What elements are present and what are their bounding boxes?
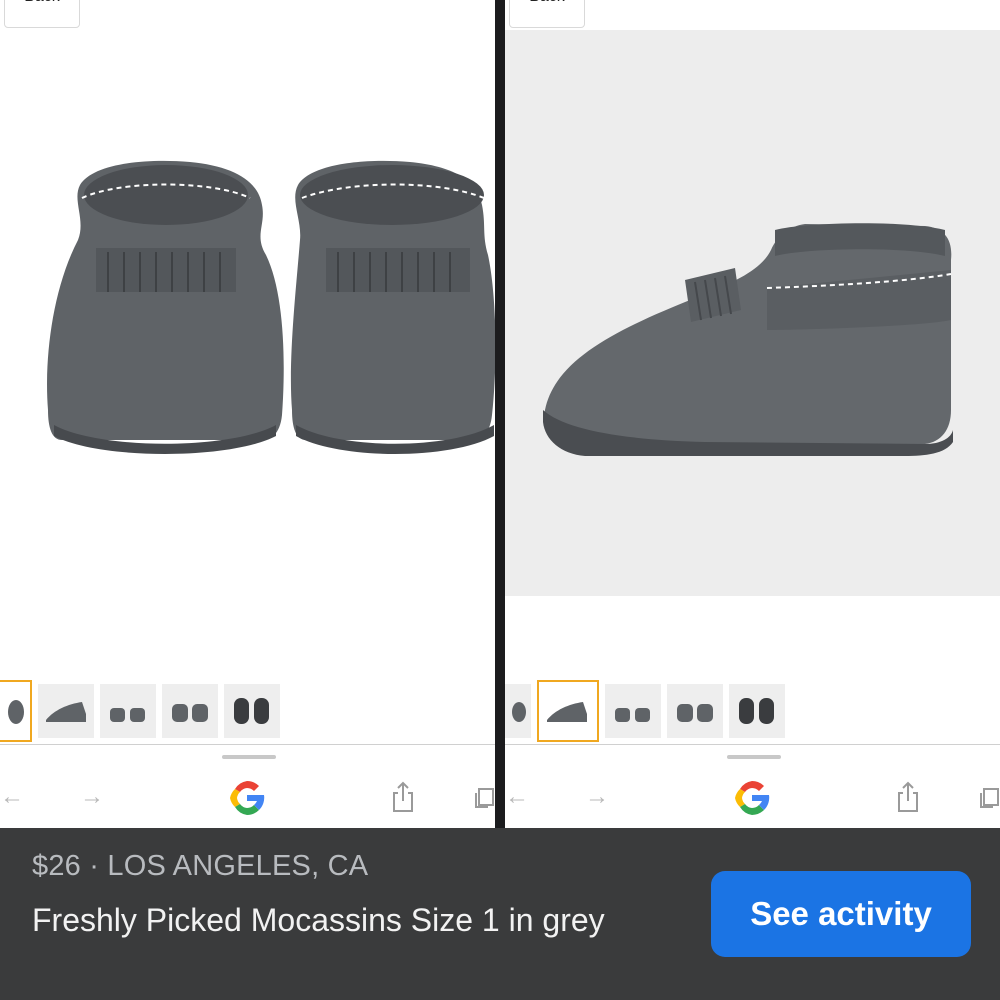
listing-title: Freshly Picked Mocassins Size 1 in grey — [32, 902, 605, 938]
shoe-right — [290, 160, 495, 454]
arrow-right-icon[interactable]: → — [585, 785, 609, 809]
share-icon[interactable] — [390, 781, 416, 813]
listing-location: LOS ANGELES, CA — [107, 850, 369, 882]
panel-divider — [495, 0, 505, 828]
listing-meta: $26 · LOS ANGELES, CA — [32, 850, 368, 883]
tabs-icon[interactable] — [979, 787, 999, 809]
back-button[interactable]: Back — [4, 0, 80, 28]
browser-toolbar: ← → — [505, 744, 1000, 828]
thumbnail-strip — [505, 680, 1000, 742]
thumbnail-2[interactable] — [537, 680, 599, 742]
thumbnail-strip — [0, 680, 495, 742]
listing-price: $26 — [32, 850, 81, 882]
thumbnail-3[interactable] — [100, 684, 156, 738]
mocassin-side-image — [543, 223, 953, 456]
thumbnail-5[interactable] — [729, 684, 785, 738]
back-button[interactable]: Back — [509, 0, 585, 28]
tabs-icon[interactable] — [474, 787, 494, 809]
home-indicator — [727, 755, 781, 759]
thumbnail-3[interactable] — [605, 684, 661, 738]
thumbnail-1[interactable] — [505, 684, 531, 738]
see-activity-button[interactable]: See activity — [711, 871, 971, 957]
thumbnail-4[interactable] — [667, 684, 723, 738]
shoe-side — [543, 223, 953, 456]
share-icon[interactable] — [895, 781, 921, 813]
arrow-right-icon[interactable]: → — [80, 785, 104, 809]
screenshot-left: Back — [0, 0, 495, 828]
thumbnail-2[interactable] — [38, 684, 94, 738]
thumbnail-1[interactable] — [0, 680, 32, 742]
thumbnail-4[interactable] — [162, 684, 218, 738]
google-g-icon[interactable] — [226, 777, 268, 819]
browser-toolbar: ← → — [0, 744, 495, 828]
google-g-icon[interactable] — [731, 777, 773, 819]
home-indicator — [222, 755, 276, 759]
listing-info-bar: $26 · LOS ANGELES, CA Freshly Picked Moc… — [0, 828, 1000, 1000]
meta-separator: · — [89, 850, 100, 882]
product-photo-side — [505, 30, 1000, 596]
product-photo-front — [0, 30, 495, 600]
arrow-left-icon[interactable]: ← — [505, 785, 529, 809]
screenshot-right: Back — [505, 0, 1000, 828]
shoe-left — [47, 160, 284, 454]
mocassins-front-image — [47, 160, 495, 454]
arrow-left-icon[interactable]: ← — [0, 785, 24, 809]
thumbnail-5[interactable] — [224, 684, 280, 738]
